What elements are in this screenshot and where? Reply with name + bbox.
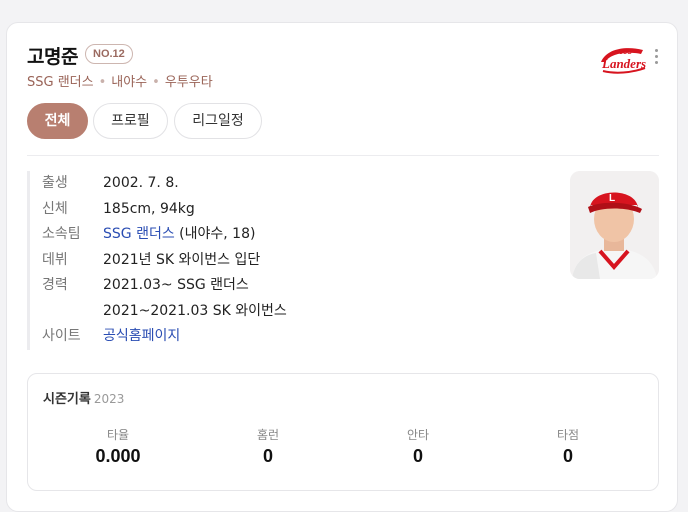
stat-value: 0.000 — [95, 446, 141, 466]
official-site-link[interactable]: 공식홈페이지 — [103, 328, 180, 344]
info-value: 2021.03~ SSG 랜더스 — [103, 277, 249, 293]
stat-batting-average: 타율 0.000 — [63, 426, 173, 467]
season-stats-title: 시즌기록 2023 — [43, 392, 125, 407]
player-subline: SSG 랜더스 • 내야수 • 우투우타 — [27, 71, 213, 90]
player-bats-throws: 우투우타 — [164, 75, 213, 90]
stat-value: 0 — [562, 446, 573, 466]
info-value: 185cm, 94kg — [103, 200, 195, 217]
tab-profile[interactable]: 프로필 — [93, 103, 168, 139]
profile-info: 출생 2002. 7. 8. 신체 185cm, 94kg 소속팀 SSG 랜더스 (… — [27, 171, 562, 350]
player-number-badge: NO.12 — [85, 44, 133, 64]
stat-rbi: 타점 0 — [513, 426, 623, 467]
info-value: (내야수, 18) — [179, 226, 256, 242]
info-row-career: 경력 2021.03~ SSG 랜더스 — [42, 273, 562, 299]
player-photo[interactable]: L — [570, 171, 659, 279]
stat-label: 홈런 — [256, 428, 280, 442]
info-value: 2002. 7. 8. — [103, 175, 179, 191]
player-position: 내야수 — [111, 75, 148, 90]
more-options-icon[interactable] — [653, 49, 659, 67]
stat-value: 0 — [412, 446, 423, 466]
info-label: 소속팀 — [42, 226, 81, 242]
info-row-body: 신체 185cm, 94kg — [42, 197, 562, 223]
separator-dot: • — [98, 75, 107, 90]
stat-label: 타점 — [556, 428, 580, 442]
info-label: 출생 — [42, 175, 68, 191]
info-label: 데뷔 — [42, 251, 68, 268]
season-year: 2023 — [93, 392, 125, 406]
player-name: 고명준 — [27, 46, 78, 68]
tab-league-schedule[interactable]: 리그일정 — [174, 103, 262, 139]
stat-label: 타율 — [106, 428, 130, 442]
team-logo[interactable]: SSG Landers — [597, 42, 649, 76]
svg-text:L: L — [609, 193, 615, 204]
info-row-site: 사이트 공식홈페이지 — [42, 324, 562, 350]
info-label: 신체 — [42, 200, 68, 217]
separator-dot: • — [152, 75, 160, 90]
info-row-career-2: 2021~2021.03 SK 와이번스 — [42, 299, 562, 325]
info-label: 경력 — [42, 277, 68, 293]
logo-text: Landers — [601, 56, 646, 71]
info-row-team: 소속팀 SSG 랜더스 (내야수, 18) — [42, 222, 562, 248]
info-label: 사이트 — [42, 328, 81, 344]
info-value: 2021~2021.03 SK 와이번스 — [103, 302, 287, 319]
info-row-birth: 출생 2002. 7. 8. — [42, 171, 562, 197]
tab-all[interactable]: 전체 — [27, 103, 88, 139]
team-link[interactable]: SSG 랜더스 — [103, 226, 175, 242]
player-card: 고명준 NO.12 SSG 랜더스 • 내야수 • 우투우타 SSG Landers 전… — [6, 22, 678, 512]
stat-label: 안타 — [406, 428, 430, 442]
stat-hits: 안타 0 — [363, 426, 473, 467]
stat-value: 0 — [262, 446, 273, 466]
player-team-link[interactable]: SSG 랜더스 — [27, 75, 94, 90]
divider — [27, 155, 659, 156]
stat-home-runs: 홈런 0 — [213, 426, 323, 467]
season-stats-panel: 시즌기록 2023 타율 0.000 홈런 0 안타 0 타점 0 — [27, 373, 659, 491]
info-value: 2021년 SK 와이번스 입단 — [103, 251, 261, 268]
info-row-debut: 데뷔 2021년 SK 와이번스 입단 — [42, 248, 562, 274]
